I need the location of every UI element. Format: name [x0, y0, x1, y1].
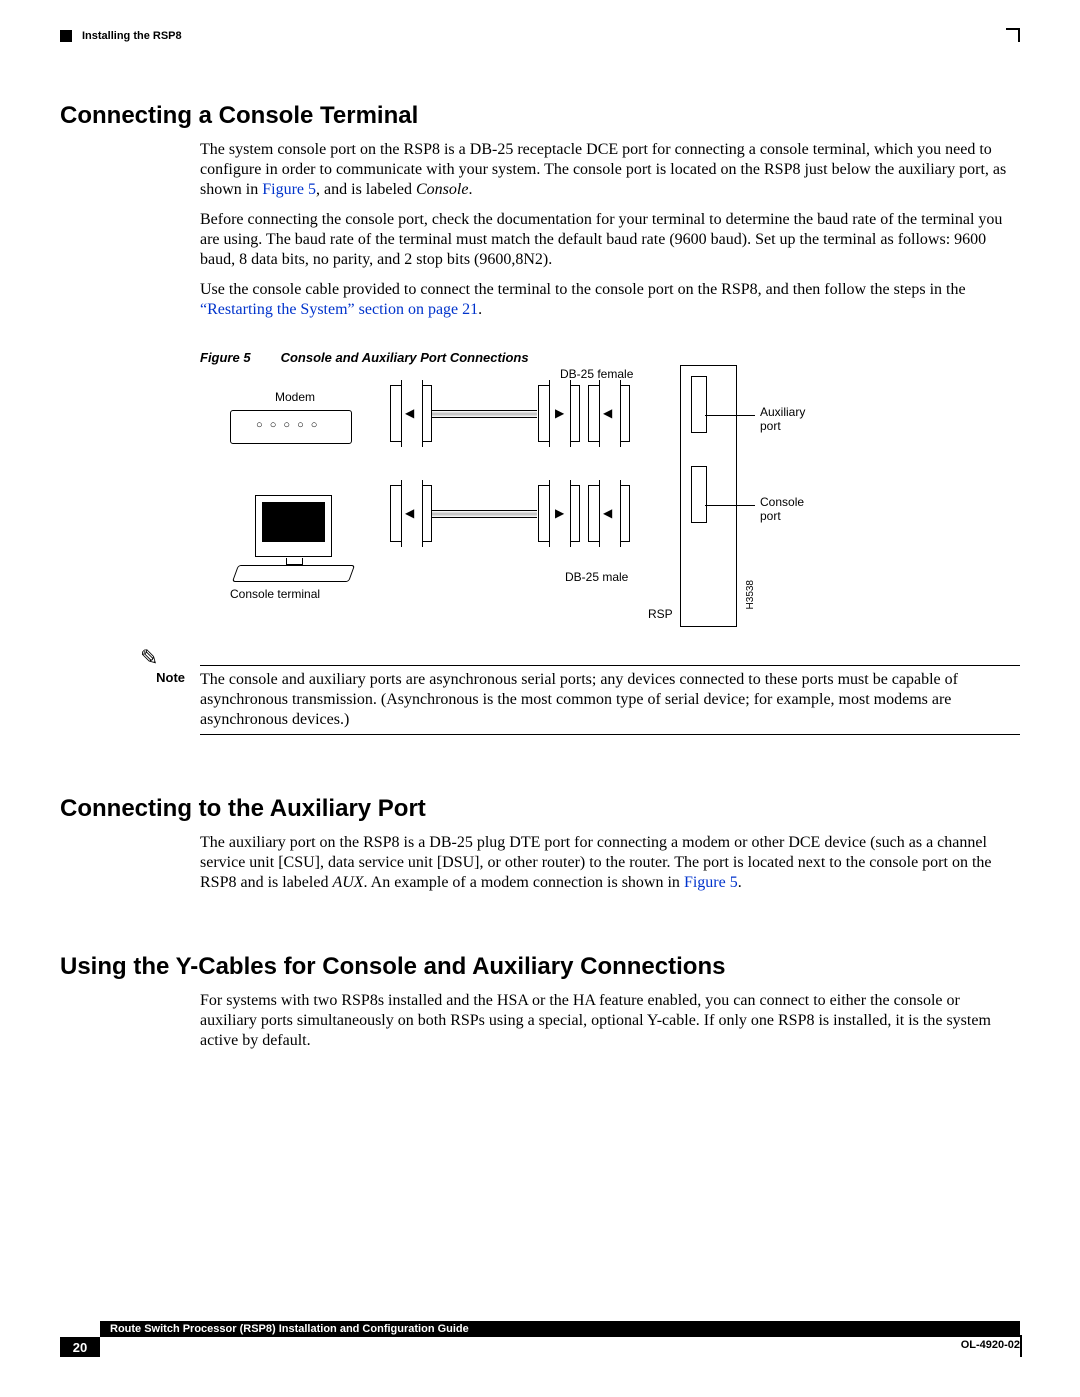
chapter-name: Installing the RSP8 [82, 30, 182, 42]
footer-doc-title: Route Switch Processor (RSP8) Installati… [100, 1323, 469, 1335]
cable-icon [432, 410, 537, 418]
pencil-icon: ✎ [140, 645, 158, 671]
para-console-3: Use the console cable provided to connec… [200, 280, 1010, 320]
link-restarting[interactable]: “Restarting the System” section on page … [200, 301, 478, 318]
monitor-icon [255, 495, 332, 557]
connector-icon [390, 385, 432, 442]
connector-icon [390, 485, 432, 542]
heading-connecting-console: Connecting a Console Terminal [60, 102, 1020, 130]
label-console-terminal: Console terminal [230, 587, 320, 601]
link-figure5[interactable]: Figure 5 [262, 181, 316, 198]
page-footer: Route Switch Processor (RSP8) Installati… [60, 1321, 1020, 1357]
para-aux-1: The auxiliary port on the RSP8 is a DB-2… [200, 833, 1010, 893]
page-number: 20 [60, 1337, 100, 1357]
note-label: Note [140, 670, 200, 730]
cable-icon [432, 510, 537, 518]
label-db25-female: DB-25 female [560, 367, 633, 381]
para-console-2: Before connecting the console port, chec… [200, 210, 1010, 270]
para-console-1: The system console port on the RSP8 is a… [200, 140, 1010, 200]
figure-diagram: Modem Console terminal DB-25 female DB-2… [200, 375, 1020, 635]
running-header: Installing the RSP8 [60, 30, 1020, 42]
link-figure5-b[interactable]: Figure 5 [684, 874, 738, 891]
heading-connecting-aux: Connecting to the Auxiliary Port [60, 795, 1020, 823]
crop-mark-bottom [1010, 1335, 1022, 1357]
label-console-port: Console port [760, 495, 804, 523]
connector-icon [538, 485, 580, 542]
keyboard-icon [232, 565, 355, 582]
label-modem: Modem [275, 390, 315, 404]
crop-mark-top [1006, 28, 1020, 42]
modem-icon [230, 410, 352, 444]
para-ycables-1: For systems with two RSP8s installed and… [200, 991, 1010, 1051]
note-text: The console and auxiliary ports are asyn… [200, 670, 1020, 730]
connector-icon [538, 385, 580, 442]
figure-id: H3538 [745, 580, 756, 609]
figure-caption: Figure 5Console and Auxiliary Port Conne… [200, 350, 1010, 365]
connector-icon [588, 385, 630, 442]
note-block: ✎ Note The console and auxiliary ports a… [140, 665, 1020, 735]
heading-ycables: Using the Y-Cables for Console and Auxil… [60, 953, 1020, 981]
faceplate-icon [680, 365, 737, 627]
label-aux-port: Auxiliary port [760, 405, 805, 433]
label-db25-male: DB-25 male [565, 570, 628, 584]
connector-icon [588, 485, 630, 542]
label-rsp: RSP [648, 607, 673, 621]
header-square-icon [60, 30, 72, 42]
